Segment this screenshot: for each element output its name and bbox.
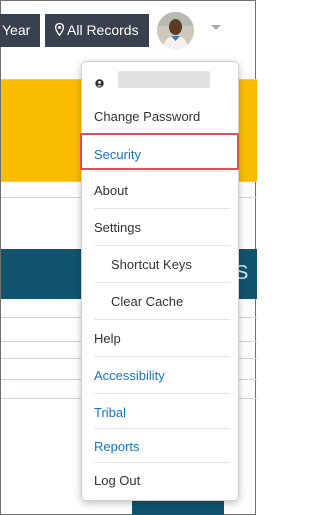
user-avatar[interactable] [157, 12, 194, 49]
menu-item-clear-cache[interactable]: Clear Cache [111, 293, 247, 311]
menu-separator [94, 356, 230, 357]
user-name-redacted [118, 71, 210, 88]
records-filter-label: All Records [67, 22, 139, 38]
menu-separator [94, 245, 230, 246]
records-filter-button[interactable]: All Records [45, 14, 149, 47]
menu-separator [94, 393, 230, 394]
menu-item-help[interactable]: Help [94, 330, 230, 348]
menu-item-accessibility[interactable]: Accessibility [94, 367, 230, 385]
menu-separator [94, 428, 230, 429]
menu-separator [94, 319, 230, 320]
security-highlight-box [80, 133, 239, 170]
menu-separator [94, 208, 230, 209]
menu-item-reports[interactable]: Reports [94, 438, 230, 456]
menu-user-header [82, 62, 238, 95]
menu-separator [94, 171, 230, 172]
chevron-down-icon[interactable] [211, 25, 221, 30]
year-filter-label: Year [2, 22, 31, 38]
menu-item-tribal[interactable]: Tribal [94, 404, 230, 422]
menu-separator [94, 282, 230, 283]
menu-item-log-out[interactable]: Log Out [94, 472, 230, 490]
user-dropdown-menu: Change Password Security About Settings … [81, 61, 239, 501]
menu-item-settings[interactable]: Settings [94, 219, 230, 237]
user-icon [95, 75, 104, 93]
menu-separator [94, 462, 230, 463]
menu-item-about[interactable]: About [94, 182, 230, 200]
menu-item-change-password[interactable]: Change Password [94, 108, 230, 126]
year-filter-button[interactable]: Year [0, 14, 40, 47]
action-button[interactable] [132, 501, 224, 515]
menu-item-shortcut-keys[interactable]: Shortcut Keys [111, 256, 247, 274]
map-pin-icon [54, 15, 65, 48]
